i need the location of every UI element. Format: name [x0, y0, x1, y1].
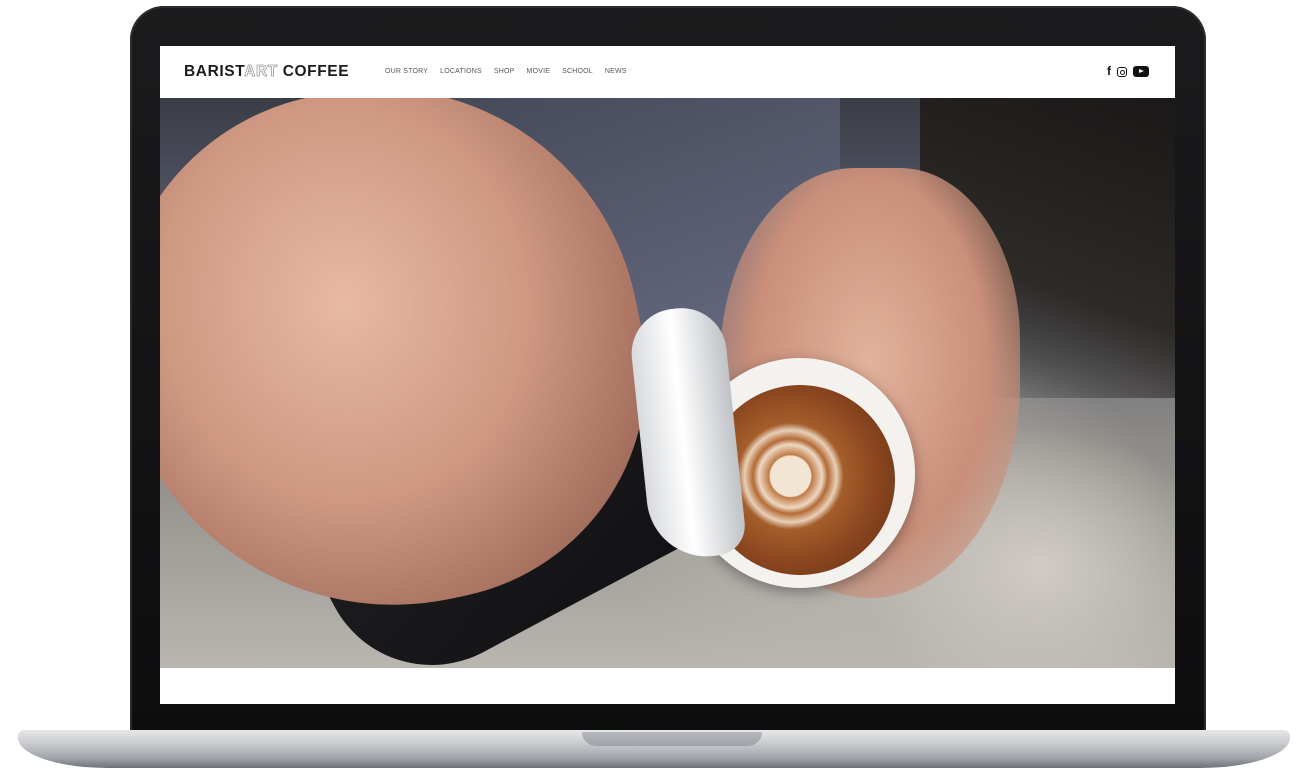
laptop-screen: BARISTART COFFEE OUR STORY LOCATIONS SHO… — [160, 46, 1175, 704]
nav-item-our-story[interactable]: OUR STORY — [385, 68, 428, 75]
logo-text-barist: BARIST — [184, 63, 245, 80]
instagram-icon[interactable] — [1117, 66, 1127, 77]
social-links: f — [1107, 65, 1149, 78]
content-strip — [160, 668, 1175, 704]
nav-item-shop[interactable]: SHOP — [494, 68, 515, 75]
site-logo[interactable]: BARISTART COFFEE — [184, 63, 349, 81]
nav-item-movie[interactable]: MOVIE — [527, 68, 551, 75]
hero-slideshow[interactable] — [160, 98, 1175, 668]
site-header: BARISTART COFFEE OUR STORY LOCATIONS SHO… — [160, 46, 1175, 98]
youtube-icon[interactable] — [1133, 66, 1149, 77]
logo-text-coffee: COFFEE — [277, 63, 350, 80]
laptop-notch — [582, 732, 762, 746]
facebook-icon[interactable]: f — [1107, 65, 1111, 78]
nav-item-school[interactable]: SCHOOL — [562, 68, 593, 75]
nav-item-locations[interactable]: LOCATIONS — [440, 68, 482, 75]
main-nav: OUR STORY LOCATIONS SHOP MOVIE SCHOOL NE… — [385, 68, 627, 75]
nav-item-news[interactable]: NEWS — [605, 68, 627, 75]
logo-text-art: ART — [244, 63, 278, 81]
